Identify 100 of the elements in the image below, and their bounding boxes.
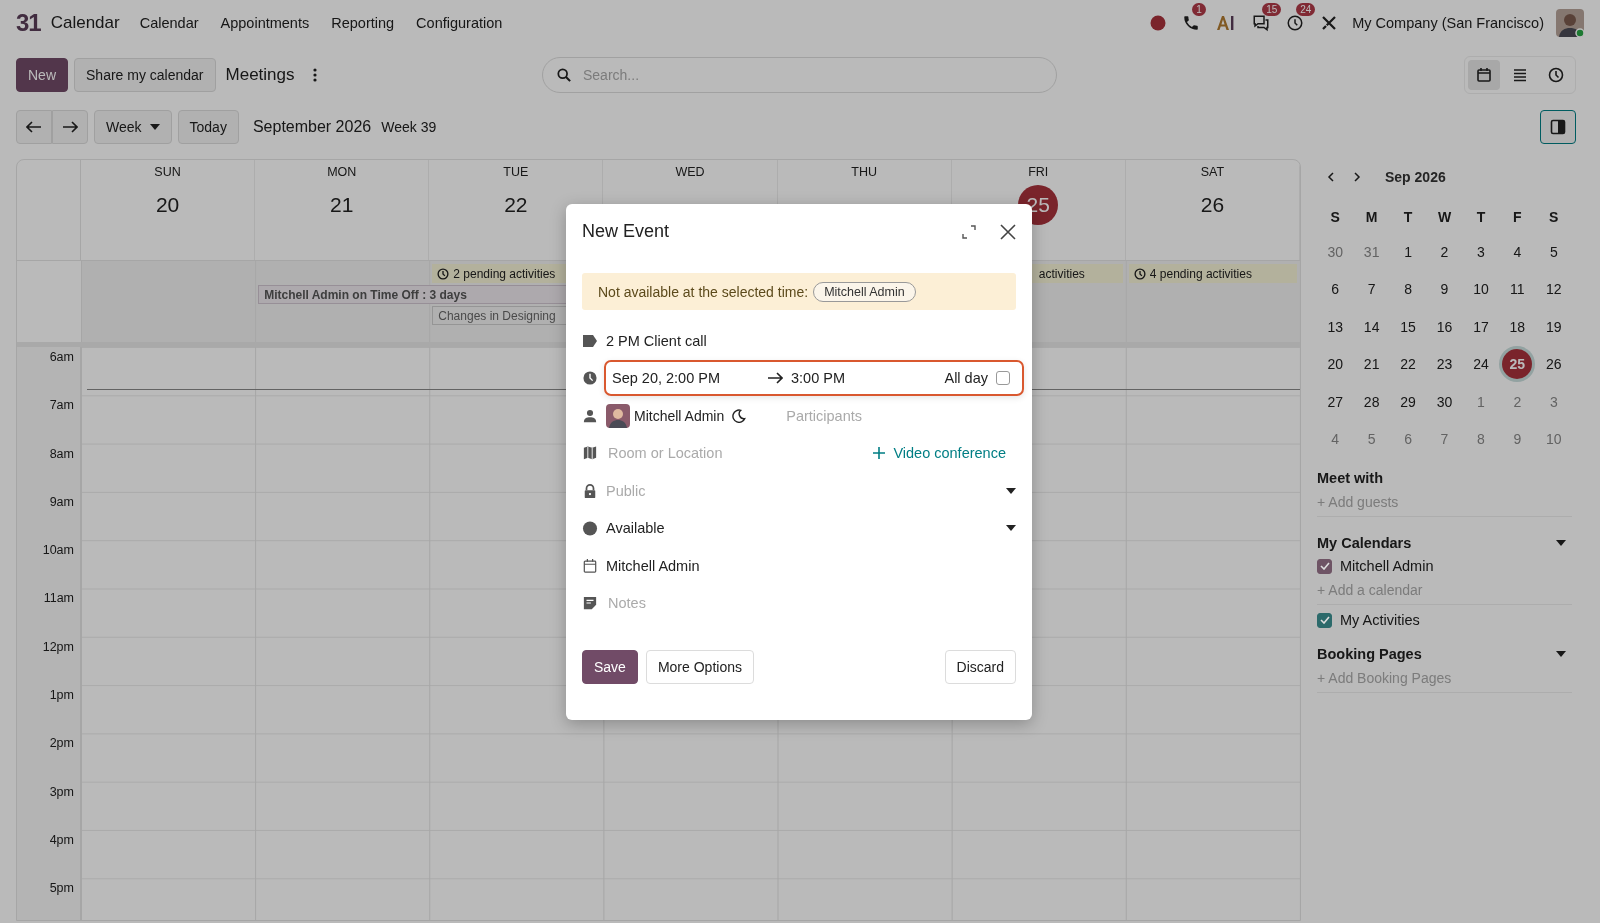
date-cell[interactable]: 7 bbox=[1353, 270, 1390, 308]
user-avatar[interactable] bbox=[1556, 9, 1584, 37]
availability-select[interactable]: Available bbox=[606, 520, 998, 537]
date-cell[interactable]: 30 bbox=[1426, 383, 1463, 421]
date-cell[interactable]: 6 bbox=[1317, 270, 1354, 308]
checkbox[interactable] bbox=[1317, 612, 1332, 628]
date-cell[interactable]: 2 bbox=[1426, 233, 1463, 271]
tools-icon[interactable] bbox=[1320, 14, 1339, 32]
clock-icon[interactable] bbox=[1286, 14, 1305, 32]
caret-icon[interactable] bbox=[1006, 487, 1016, 494]
previous-month-icon[interactable] bbox=[1327, 172, 1335, 182]
date-cell[interactable]: 24 bbox=[1462, 345, 1500, 383]
date-cell[interactable]: 10 bbox=[1462, 270, 1500, 308]
checkbox[interactable] bbox=[1317, 558, 1332, 574]
date-cell[interactable]: 16 bbox=[1426, 308, 1463, 346]
hour-label: 8am bbox=[17, 443, 81, 492]
note-icon bbox=[582, 596, 598, 611]
side-panel-toggle[interactable] bbox=[1540, 110, 1576, 144]
attendee-name[interactable]: Mitchell Admin bbox=[634, 407, 725, 424]
activity-summary[interactable]: 4 pending activities bbox=[1128, 264, 1297, 283]
hour-label: 1pm bbox=[17, 685, 81, 734]
end-date[interactable]: 3:00 PM bbox=[791, 370, 845, 387]
date-cell[interactable]: 21 bbox=[1353, 345, 1390, 383]
save-button[interactable]: Save bbox=[582, 650, 638, 684]
discard-button[interactable]: Discard bbox=[944, 650, 1016, 684]
start-date[interactable]: Sep 20, 2:00 PM bbox=[612, 370, 767, 387]
day-number[interactable]: 21 bbox=[321, 185, 362, 225]
menu-item[interactable]: Calendar bbox=[139, 15, 199, 31]
date-cell[interactable]: 12 bbox=[1535, 270, 1572, 308]
dialog-title: New Event bbox=[582, 221, 670, 242]
today-button[interactable]: Today bbox=[177, 110, 239, 144]
date-cell[interactable]: 14 bbox=[1353, 308, 1390, 346]
menu-item[interactable]: Reporting bbox=[331, 15, 395, 31]
record-icon[interactable] bbox=[1150, 15, 1167, 31]
company-name[interactable]: My Company (San Francisco) bbox=[1352, 15, 1544, 31]
date-cell[interactable]: 22 bbox=[1389, 345, 1427, 383]
date-cell[interactable]: 25 bbox=[1502, 349, 1533, 380]
weekday-label: TUE bbox=[503, 165, 529, 179]
close-icon[interactable] bbox=[1000, 223, 1016, 240]
next-month-icon[interactable] bbox=[1353, 172, 1361, 182]
calendar-icon bbox=[1476, 67, 1492, 83]
chat-icon[interactable] bbox=[1252, 14, 1271, 32]
video-conference-link[interactable]: Video conference bbox=[893, 445, 1006, 462]
date-cell[interactable]: 18 bbox=[1499, 308, 1536, 346]
date-cell[interactable]: 27 bbox=[1317, 383, 1354, 421]
day-number[interactable]: 26 bbox=[1192, 185, 1233, 225]
previous-button[interactable] bbox=[16, 110, 52, 144]
caret-icon[interactable] bbox=[1556, 651, 1566, 657]
app-name[interactable]: Calendar bbox=[50, 13, 120, 33]
privacy-select[interactable]: Public bbox=[606, 482, 686, 499]
arrow-icon bbox=[767, 372, 783, 385]
date-cell[interactable]: 28 bbox=[1353, 383, 1390, 421]
date-cell[interactable]: 9 bbox=[1426, 270, 1463, 308]
all-day-label: All day bbox=[944, 370, 988, 387]
date-cell[interactable]: 29 bbox=[1389, 383, 1427, 421]
section-title: Meet with bbox=[1317, 470, 1385, 486]
app-logo[interactable]: 31 bbox=[16, 9, 41, 37]
new-button[interactable]: New bbox=[16, 58, 68, 92]
date-cell[interactable]: 20 bbox=[1317, 345, 1354, 383]
hour-label: 11am bbox=[17, 588, 81, 637]
date-cell[interactable]: 11 bbox=[1499, 270, 1536, 308]
date-cell[interactable]: 13 bbox=[1317, 308, 1354, 346]
date-cell[interactable]: 1 bbox=[1389, 233, 1427, 271]
menu-item[interactable]: Appointments bbox=[220, 15, 310, 31]
date-cell[interactable]: 8 bbox=[1389, 270, 1427, 308]
caret-icon[interactable] bbox=[1006, 525, 1016, 532]
date-cell[interactable]: 3 bbox=[1462, 233, 1500, 271]
date-cell[interactable]: 19 bbox=[1535, 308, 1572, 346]
phone-icon[interactable] bbox=[1182, 14, 1201, 32]
date-cell[interactable]: 15 bbox=[1389, 308, 1427, 346]
all-day-checkbox[interactable] bbox=[996, 371, 1010, 386]
next-button[interactable] bbox=[52, 110, 88, 144]
weekday-label: F bbox=[1512, 208, 1523, 227]
day-number[interactable]: 20 bbox=[147, 185, 188, 225]
search-input[interactable]: Search... bbox=[581, 66, 1042, 84]
date-cell[interactable]: 17 bbox=[1462, 308, 1500, 346]
caret-icon bbox=[149, 124, 160, 130]
section-title: My Calendars bbox=[1317, 535, 1412, 551]
panel-icon bbox=[1550, 119, 1566, 135]
expand-icon[interactable] bbox=[962, 224, 976, 239]
attendee-tag[interactable]: Mitchell Admin bbox=[813, 281, 916, 302]
menu-item[interactable]: Configuration bbox=[416, 15, 503, 31]
weekday-label: MON bbox=[327, 165, 357, 179]
calendar-view-button[interactable] bbox=[1468, 60, 1500, 90]
weekday-label: S bbox=[1329, 208, 1341, 227]
calendar-owner[interactable]: Mitchell Admin bbox=[606, 557, 700, 574]
search-icon bbox=[557, 68, 571, 82]
share-calendar-button[interactable]: Share my calendar bbox=[74, 58, 216, 92]
day-number[interactable]: 22 bbox=[495, 185, 536, 225]
date-cell[interactable]: 23 bbox=[1426, 345, 1463, 383]
date-cell[interactable]: 5 bbox=[1535, 233, 1572, 271]
date-cell[interactable]: 4 bbox=[1499, 233, 1536, 271]
more-icon[interactable] bbox=[312, 68, 317, 82]
event-name-field[interactable]: 2 PM Client call bbox=[606, 332, 707, 349]
more-options-button[interactable]: More Options bbox=[645, 650, 754, 684]
caret-icon[interactable] bbox=[1556, 540, 1566, 546]
date-cell[interactable]: 26 bbox=[1535, 345, 1572, 383]
scale-dropdown[interactable]: Week bbox=[94, 110, 172, 144]
weekday-label: W bbox=[1436, 208, 1453, 227]
weekday-label: SAT bbox=[1200, 165, 1225, 179]
